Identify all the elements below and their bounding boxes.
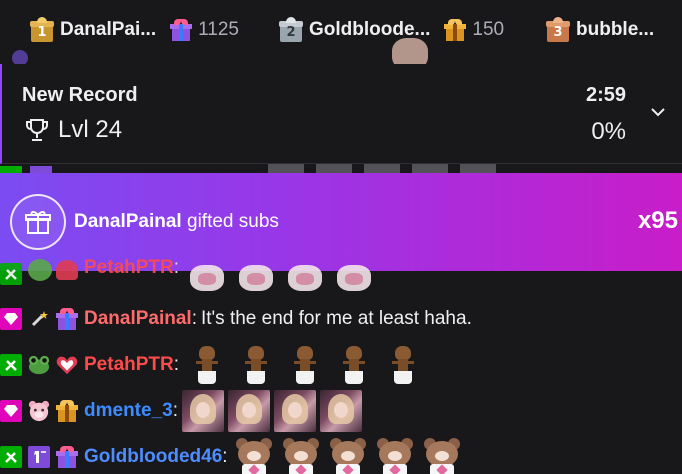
frog-icon bbox=[28, 354, 50, 376]
emote-icon[interactable] bbox=[333, 257, 375, 299]
emote-icon[interactable] bbox=[284, 257, 326, 299]
chat-colon: : bbox=[191, 308, 197, 329]
mod-badge-icon bbox=[0, 166, 22, 173]
trophy-icon bbox=[26, 119, 48, 141]
chat-username[interactable]: PetahPTR bbox=[84, 257, 174, 279]
bear-emote-icon[interactable] bbox=[374, 436, 416, 474]
heart-icon bbox=[56, 260, 78, 280]
gift-icon bbox=[56, 446, 78, 468]
sword-icon bbox=[0, 263, 22, 285]
bear-emote-icon[interactable] bbox=[421, 436, 463, 474]
chat-window: 1 DanalPai... 1125 2 Goldbloode... 150 3… bbox=[0, 0, 682, 474]
level-label: Lvl 24 bbox=[58, 116, 123, 143]
streamer-emote-icon[interactable] bbox=[181, 390, 224, 432]
groot-emote-icon[interactable] bbox=[333, 344, 375, 386]
gift-icon bbox=[56, 400, 78, 422]
streamer-emote-icon[interactable] bbox=[319, 390, 362, 432]
emote-icon[interactable] bbox=[186, 257, 228, 299]
chat-colon: : bbox=[173, 257, 180, 278]
heart-icon bbox=[56, 354, 78, 376]
chat-username[interactable]: PetahPTR bbox=[84, 354, 174, 376]
gift-count: x95 bbox=[637, 207, 678, 234]
chat-username[interactable]: Goldblooded46 bbox=[84, 446, 222, 468]
emote-icon[interactable] bbox=[235, 257, 277, 299]
diamond-icon bbox=[0, 400, 22, 422]
chat-message-text: It's the end for me at least haha. bbox=[201, 308, 472, 329]
leaderboard-name: DanalPai... bbox=[60, 19, 157, 40]
sword-icon bbox=[0, 354, 22, 376]
record-title: New Record bbox=[22, 84, 138, 106]
first-badge-icon bbox=[28, 446, 50, 468]
bear-emote-icon[interactable] bbox=[327, 436, 369, 474]
gift-leaderboard: 1 DanalPai... 1125 2 Goldbloode... 150 3… bbox=[0, 0, 682, 58]
wand-icon bbox=[28, 308, 50, 330]
leaderboard-entry-3[interactable]: 3 bubble... bbox=[546, 15, 654, 45]
emote-row bbox=[268, 164, 508, 173]
gift-description: gifted subs bbox=[187, 211, 279, 232]
gift-icon bbox=[170, 19, 193, 41]
sub-badge-icon bbox=[30, 166, 52, 173]
chevron-down-icon[interactable] bbox=[648, 102, 668, 122]
rank-3-gift-icon: 3 bbox=[546, 17, 570, 43]
leaderboard-entry-1[interactable]: 1 DanalPai... 1125 bbox=[30, 15, 239, 45]
record-level: Lvl 24 bbox=[24, 116, 122, 144]
chat-message: DanalPainal : It's the end for me at lea… bbox=[0, 297, 682, 341]
gift-icon bbox=[56, 308, 78, 330]
chat-message: Goldblooded46 : bbox=[0, 435, 682, 474]
chat-message: PetahPTR : bbox=[0, 343, 682, 387]
groot-emote-icon[interactable] bbox=[235, 344, 277, 386]
leaderboard-entry-2[interactable]: 2 Goldbloode... 150 bbox=[279, 15, 504, 45]
leaderboard-name: bubble... bbox=[576, 19, 655, 40]
groot-emote-icon[interactable] bbox=[284, 344, 326, 386]
groot-emote-icon[interactable] bbox=[186, 344, 228, 386]
chat-colon: : bbox=[172, 400, 178, 421]
chat-message: dmente_3 : bbox=[0, 389, 682, 433]
gift-icon bbox=[444, 19, 467, 41]
leaderboard-count: 1125 bbox=[198, 19, 239, 40]
leaderboard-count: 150 bbox=[472, 19, 505, 40]
chat-username[interactable]: dmente_3 bbox=[84, 400, 173, 422]
sword-icon bbox=[0, 446, 22, 468]
chat-username[interactable]: DanalPainal bbox=[84, 308, 192, 330]
gift-banner-text: DanalPainal gifted subs bbox=[74, 211, 279, 233]
bear-icon bbox=[28, 400, 50, 422]
bear-emote-icon[interactable] bbox=[233, 436, 275, 474]
obscured-chat-line bbox=[0, 164, 682, 173]
streamer-emote-icon[interactable] bbox=[273, 390, 316, 432]
groot-emote-icon[interactable] bbox=[382, 344, 424, 386]
bear-emote-icon[interactable] bbox=[280, 436, 322, 474]
chat-colon: : bbox=[222, 446, 228, 467]
streamer-emote-icon[interactable] bbox=[227, 390, 270, 432]
rank-1-gift-icon: 1 bbox=[30, 17, 54, 43]
gift-icon bbox=[10, 194, 66, 250]
gifter-name: DanalPainal bbox=[74, 211, 182, 232]
chat-message: PetahPTR : bbox=[0, 257, 682, 297]
rank-2-gift-icon: 2 bbox=[279, 17, 303, 43]
frog-icon bbox=[28, 259, 52, 281]
diamond-icon bbox=[0, 308, 22, 330]
hype-train-record[interactable]: New Record Lvl 24 2:59 0% bbox=[0, 64, 682, 164]
chat-colon: : bbox=[173, 354, 180, 375]
time-remaining: 2:59 bbox=[585, 84, 626, 106]
progress-percent: 0% bbox=[591, 118, 626, 145]
